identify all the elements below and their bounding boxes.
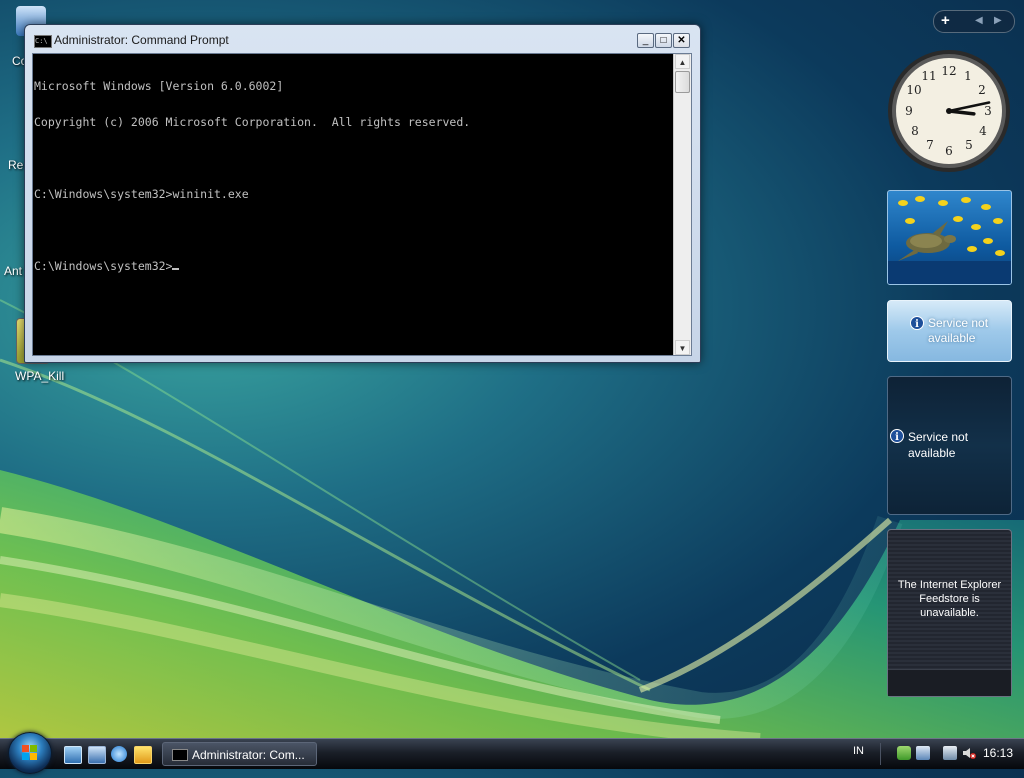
feed-headlines-gadget[interactable]: The Internet Explorer Feedstore is unava… [887, 529, 1012, 697]
network-icon[interactable] [916, 746, 930, 760]
window-title: Administrator: Command Prompt [54, 33, 229, 47]
system-clock[interactable]: 16:13 [983, 746, 1013, 760]
internet-explorer-icon[interactable] [111, 746, 127, 762]
console-prompt-line: C:\Windows\system32> [34, 260, 674, 272]
add-gadget-button[interactable]: + [941, 12, 950, 29]
next-gadgets-button[interactable]: ▶ [994, 15, 1002, 26]
text-cursor [172, 268, 180, 270]
console-prompt: C:\Windows\system32> [34, 259, 173, 273]
svg-text:6: 6 [945, 144, 953, 158]
svg-text:12: 12 [941, 64, 956, 78]
slideshow-gadget[interactable] [887, 190, 1012, 285]
windows-logo-icon [22, 745, 37, 760]
svg-text:1: 1 [964, 69, 972, 83]
scroll-down-arrow-icon[interactable]: ▼ [675, 340, 690, 355]
volume-muted-icon[interactable] [962, 746, 976, 760]
taskbar: Administrator: Com... IN 16:13 [0, 732, 1024, 774]
maximize-button[interactable]: □ [655, 33, 672, 48]
language-indicator[interactable]: IN [853, 745, 864, 757]
svg-text:9: 9 [905, 104, 913, 118]
console-line: Copyright (c) 2006 Microsoft Corporation… [34, 115, 471, 129]
close-button[interactable]: ✕ [673, 33, 690, 48]
command-prompt-window[interactable]: C:\ Administrator: Command Prompt _ □ ✕ … [24, 24, 701, 363]
scroll-up-arrow-icon[interactable]: ▲ [675, 54, 690, 69]
desktop-icon-label: Re [8, 158, 24, 172]
sea-turtle-photo [888, 196, 1011, 284]
vertical-scrollbar[interactable]: ▲ ▼ [673, 54, 691, 355]
svg-text:10: 10 [906, 83, 921, 97]
info-icon: i [910, 316, 924, 330]
svg-text:i: i [895, 432, 899, 443]
window-titlebar[interactable]: C:\ Administrator: Command Prompt _ □ ✕ [25, 25, 700, 51]
taskbar-button-command-prompt[interactable]: Administrator: Com... [162, 742, 317, 766]
weather-gadget[interactable]: i Service not available [887, 300, 1012, 362]
console-line: Microsoft Windows [Version 6.0.6002] [34, 79, 284, 93]
sidebar-controls: + ◀ ▶ [933, 10, 1015, 33]
command-prompt-icon[interactable]: C:\ [34, 35, 52, 48]
show-desktop-icon[interactable] [64, 746, 82, 764]
console-line: C:\Windows\system32>wininit.exe [34, 187, 249, 201]
stocks-gadget[interactable]: i Service not available [887, 376, 1012, 515]
scroll-thumb[interactable] [675, 71, 690, 93]
svg-text:5: 5 [965, 138, 973, 152]
console-output[interactable]: Microsoft Windows [Version 6.0.6002] Cop… [34, 56, 674, 352]
svg-text:7: 7 [926, 138, 934, 152]
svg-text:3: 3 [984, 104, 992, 118]
console-area[interactable]: Microsoft Windows [Version 6.0.6002] Cop… [32, 53, 692, 356]
svg-text:2: 2 [978, 83, 986, 97]
minimize-button[interactable]: _ [637, 33, 654, 48]
svg-text:8: 8 [911, 124, 919, 138]
tray-divider [880, 743, 881, 765]
clock-gadget[interactable]: 12 12 345 678 91011 [886, 48, 1012, 174]
feedstore-status-text: The Internet Explorer Feedstore is unava… [897, 579, 1002, 619]
svg-text:11: 11 [921, 69, 936, 83]
feed-toolbar [888, 669, 1011, 696]
display-icon[interactable] [943, 746, 957, 760]
command-prompt-icon [172, 749, 188, 761]
media-player-icon[interactable] [134, 746, 152, 764]
svg-text:4: 4 [979, 124, 987, 138]
desktop-icon-label: WPA_Kill [15, 369, 65, 383]
windows-security-icon[interactable] [897, 746, 911, 760]
switch-windows-icon[interactable] [88, 746, 106, 764]
service-status-text: Service not available [928, 316, 989, 345]
taskbar-button-label: Administrator: Com... [192, 748, 305, 762]
clock-center [946, 108, 952, 114]
info-icon: i [890, 429, 904, 443]
previous-gadgets-button[interactable]: ◀ [975, 15, 983, 26]
desktop-icon-label: Ant [4, 264, 23, 278]
svg-text:i: i [915, 319, 919, 330]
service-status-text: Service not available [908, 430, 969, 460]
